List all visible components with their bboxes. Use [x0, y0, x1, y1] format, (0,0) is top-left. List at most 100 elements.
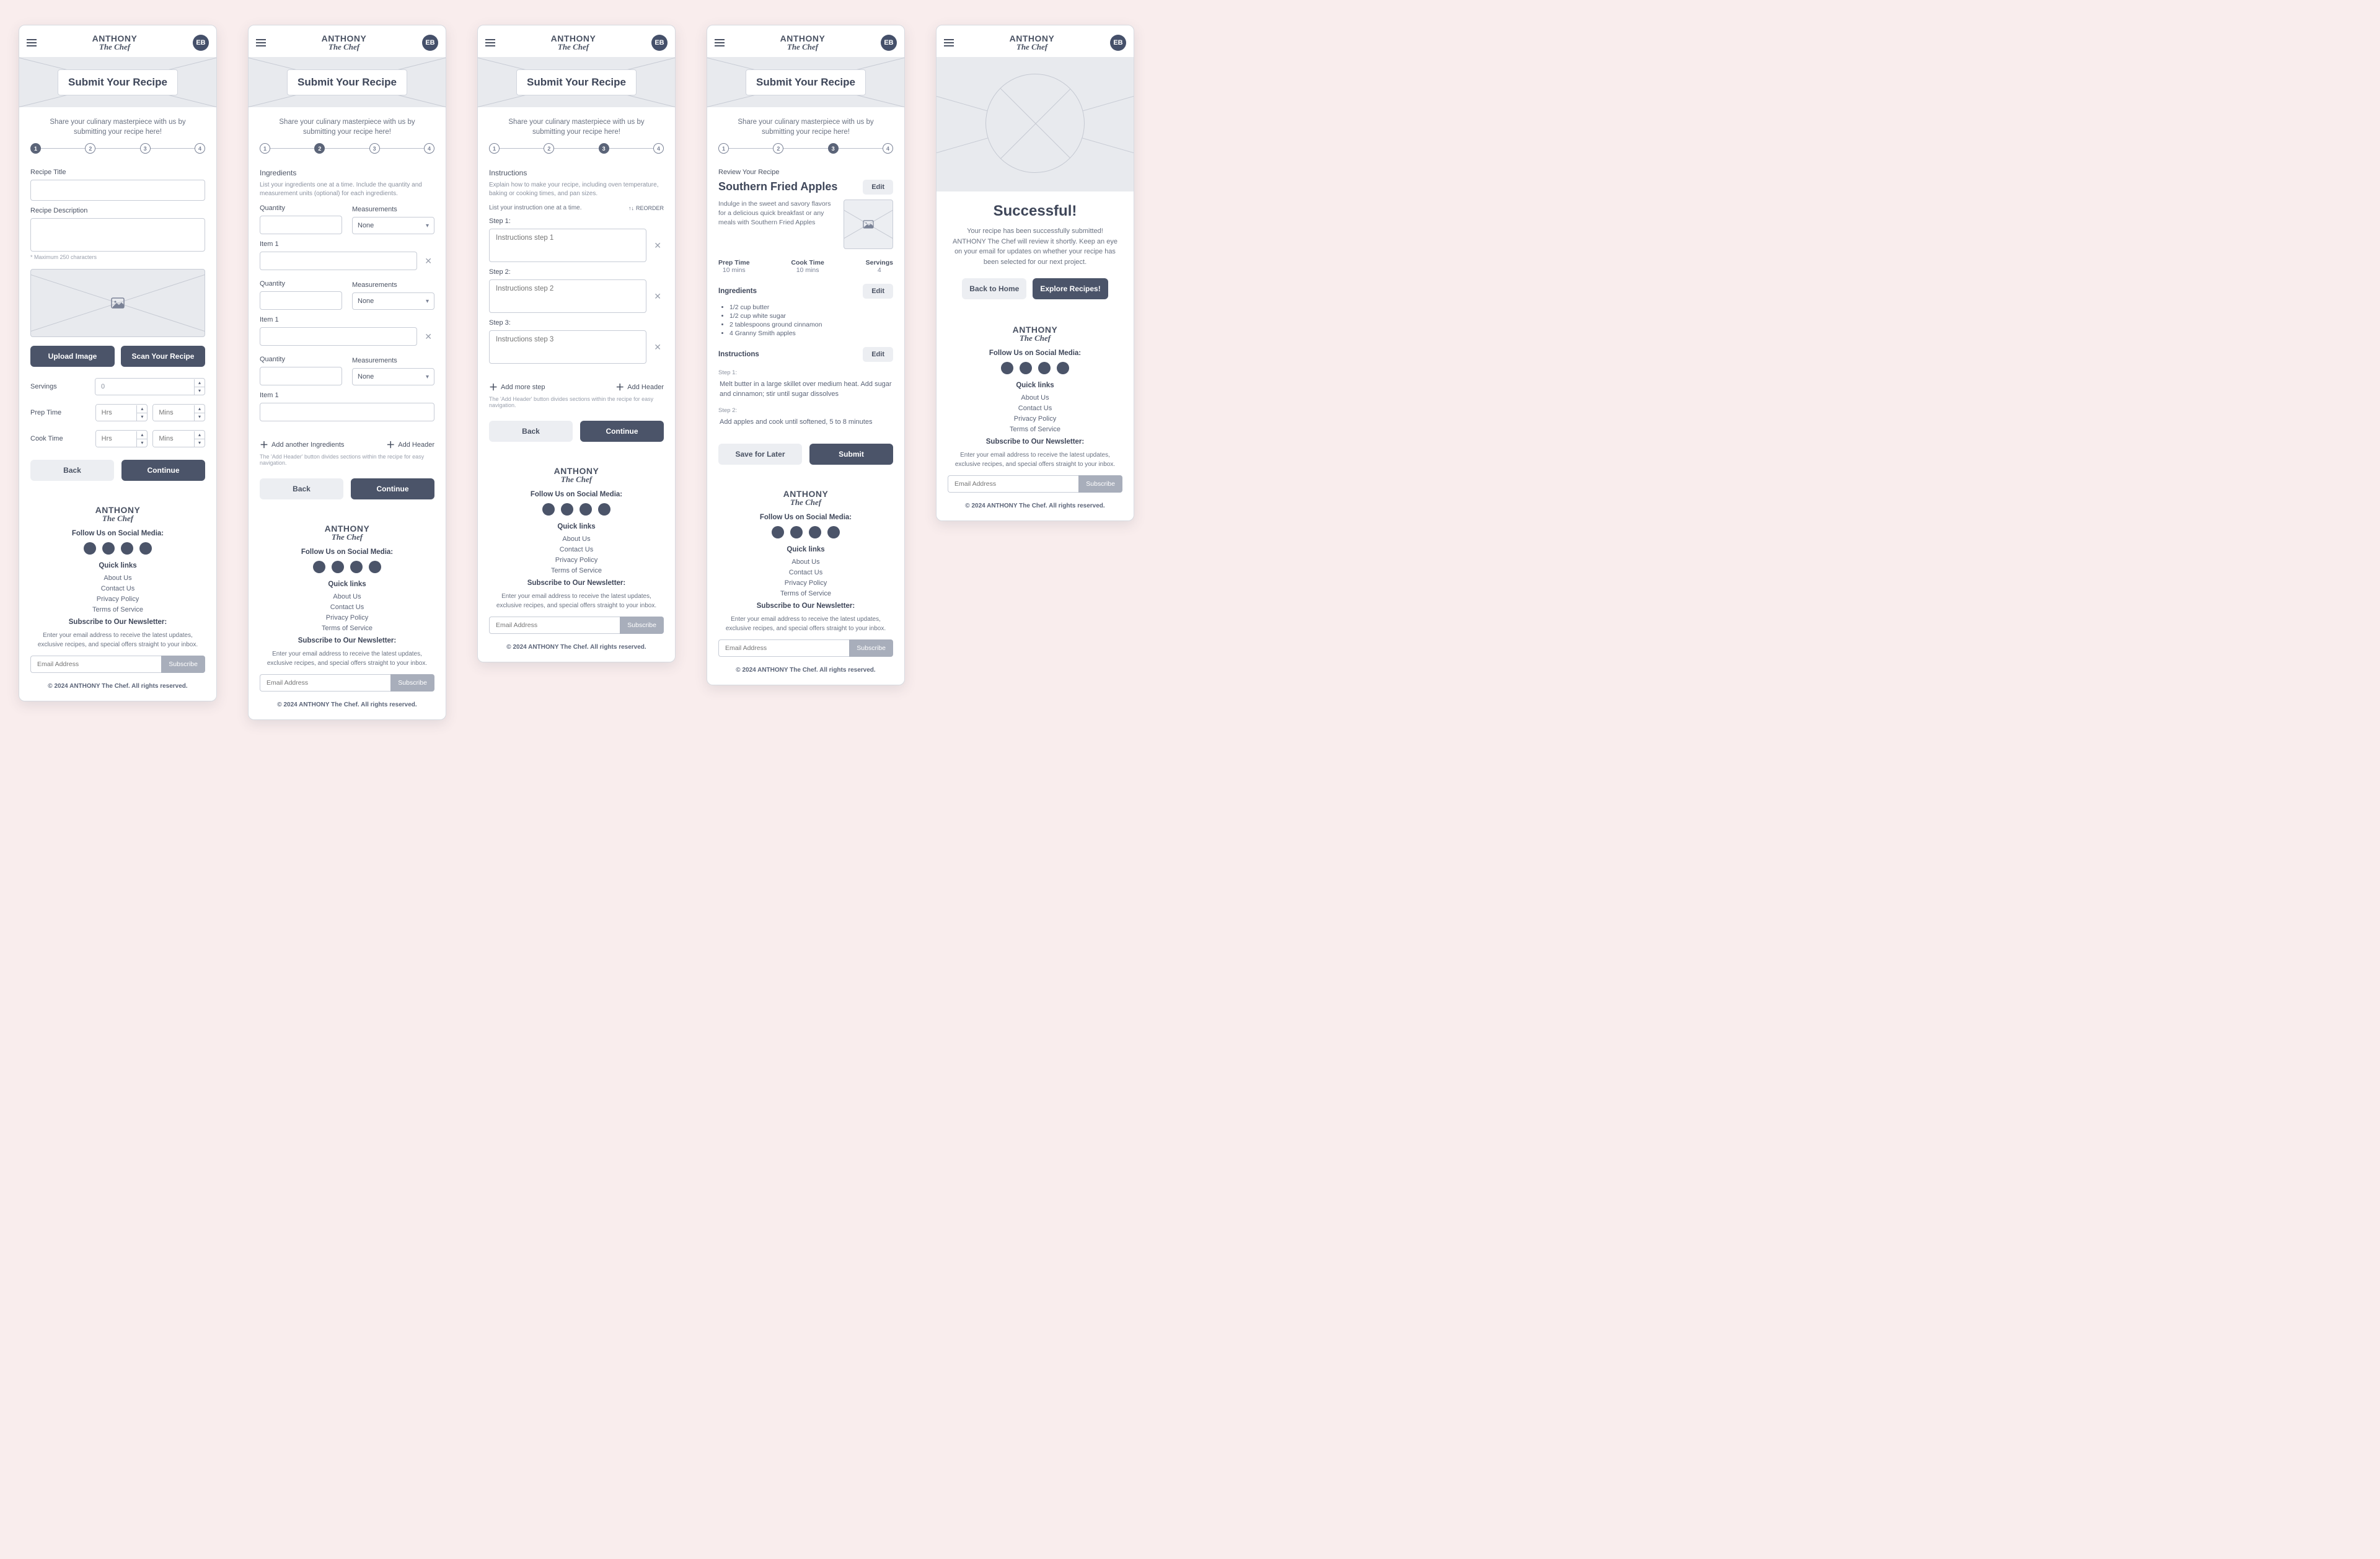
twitter-icon[interactable] [1038, 362, 1051, 374]
avatar[interactable]: EB [881, 35, 897, 51]
step3-input[interactable] [489, 330, 646, 364]
instagram-icon[interactable] [561, 503, 573, 516]
instagram-icon[interactable] [332, 561, 344, 573]
upload-image-button[interactable]: Upload Image [30, 346, 115, 367]
subscribe-button[interactable]: Subscribe [161, 656, 205, 673]
close-icon[interactable]: ✕ [651, 342, 664, 353]
footer: ANTHONYThe Chef Follow Us on Social Medi… [19, 492, 216, 701]
chevron-up-icon[interactable]: ▴ [195, 379, 205, 387]
chevron-down-icon[interactable]: ▾ [195, 387, 205, 395]
recipe-title-input[interactable] [30, 180, 205, 201]
add-header-button[interactable]: ＋Add Header [615, 381, 664, 393]
qty-input[interactable] [260, 291, 342, 310]
avatar[interactable]: EB [1110, 35, 1126, 51]
instagram-icon[interactable] [790, 526, 803, 538]
newsletter-email-input[interactable] [489, 617, 620, 634]
close-icon[interactable]: ✕ [651, 240, 664, 251]
qty-input[interactable] [260, 367, 342, 385]
back-home-button[interactable]: Back to Home [962, 278, 1026, 299]
subscribe-button[interactable]: Subscribe [1078, 475, 1122, 493]
pinterest-icon[interactable] [1057, 362, 1069, 374]
recipe-title-label: Recipe Title [30, 169, 205, 176]
step-node-4[interactable]: 4 [195, 143, 205, 154]
reorder-button[interactable]: ↑↓REORDER [628, 205, 664, 211]
screen-success: ANTHONYThe Chef EB Successful! Your reci… [936, 25, 1134, 521]
facebook-icon[interactable] [542, 503, 555, 516]
continue-button[interactable]: Continue [121, 460, 205, 481]
qty-input[interactable] [260, 216, 342, 234]
ingredients-list: 1/2 cup butter 1/2 cup white sugar 2 tab… [729, 304, 893, 337]
item-input[interactable] [260, 403, 434, 421]
subscribe-button[interactable]: Subscribe [390, 674, 434, 692]
explore-recipes-button[interactable]: Explore Recipes! [1033, 278, 1108, 299]
add-step-button[interactable]: ＋Add more step [489, 381, 545, 393]
back-button[interactable]: Back [260, 478, 343, 499]
edit-ingredients-button[interactable]: Edit [863, 284, 893, 299]
servings-stepper[interactable]: ▴▾ [95, 378, 205, 395]
facebook-icon[interactable] [84, 542, 96, 555]
step-node-1[interactable]: 1 [30, 143, 41, 154]
step1-input[interactable] [489, 229, 646, 262]
twitter-icon[interactable] [121, 542, 133, 555]
menu-icon[interactable] [715, 39, 725, 46]
twitter-icon[interactable] [350, 561, 363, 573]
measurement-select[interactable]: None [352, 368, 434, 385]
add-ingredient-button[interactable]: ＋Add another Ingredients [260, 439, 344, 451]
pinterest-icon[interactable] [139, 542, 152, 555]
twitter-icon[interactable] [809, 526, 821, 538]
newsletter-email-input[interactable] [260, 674, 390, 692]
back-button[interactable]: Back [30, 460, 114, 481]
avatar[interactable]: EB [422, 35, 438, 51]
footer-link-privacy[interactable]: Privacy Policy [30, 595, 205, 603]
avatar[interactable]: EB [193, 35, 209, 51]
pinterest-icon[interactable] [369, 561, 381, 573]
facebook-icon[interactable] [772, 526, 784, 538]
prep-hrs-stepper[interactable]: ▴▾ [95, 404, 148, 421]
continue-button[interactable]: Continue [351, 478, 434, 499]
pinterest-icon[interactable] [827, 526, 840, 538]
step-node-3[interactable]: 3 [140, 143, 151, 154]
avatar[interactable]: EB [651, 35, 668, 51]
footer-link-contact[interactable]: Contact Us [30, 585, 205, 592]
pinterest-icon[interactable] [598, 503, 610, 516]
menu-icon[interactable] [256, 39, 266, 46]
facebook-icon[interactable] [313, 561, 325, 573]
twitter-icon[interactable] [580, 503, 592, 516]
instagram-icon[interactable] [1020, 362, 1032, 374]
facebook-icon[interactable] [1001, 362, 1013, 374]
plus-icon: ＋ [260, 439, 268, 451]
cook-mins-stepper[interactable]: ▴▾ [152, 430, 205, 447]
back-button[interactable]: Back [489, 421, 573, 442]
edit-title-button[interactable]: Edit [863, 180, 893, 195]
recipe-desc-input[interactable] [30, 218, 205, 252]
subscribe-button[interactable]: Subscribe [849, 639, 893, 657]
cook-hrs-stepper[interactable]: ▴▾ [95, 430, 148, 447]
prep-mins-stepper[interactable]: ▴▾ [152, 404, 205, 421]
save-later-button[interactable]: Save for Later [718, 444, 802, 465]
menu-icon[interactable] [485, 39, 495, 46]
continue-button[interactable]: Continue [580, 421, 664, 442]
footer-link-about[interactable]: About Us [30, 574, 205, 582]
step-node-2[interactable]: 2 [85, 143, 95, 154]
subscribe-button[interactable]: Subscribe [620, 617, 664, 634]
item-input[interactable] [260, 252, 417, 270]
measurement-select[interactable]: None [352, 292, 434, 310]
close-icon[interactable]: ✕ [651, 291, 664, 302]
menu-icon[interactable] [27, 39, 37, 46]
add-header-button[interactable]: ＋Add Header [386, 439, 434, 451]
item-input[interactable] [260, 327, 417, 346]
footer-link-terms[interactable]: Terms of Service [30, 606, 205, 613]
scan-recipe-button[interactable]: Scan Your Recipe [121, 346, 205, 367]
submit-button[interactable]: Submit [809, 444, 893, 465]
close-icon[interactable]: ✕ [422, 256, 434, 266]
step2-input[interactable] [489, 279, 646, 313]
edit-instructions-button[interactable]: Edit [863, 347, 893, 362]
instagram-icon[interactable] [102, 542, 115, 555]
newsletter-email-input[interactable] [718, 639, 849, 657]
close-icon[interactable]: ✕ [422, 332, 434, 342]
newsletter-email-input[interactable] [30, 656, 161, 673]
menu-icon[interactable] [944, 39, 954, 46]
measurement-select[interactable]: None [352, 217, 434, 234]
newsletter-email-input[interactable] [948, 475, 1078, 493]
page-title: Submit Your Recipe [287, 69, 407, 95]
